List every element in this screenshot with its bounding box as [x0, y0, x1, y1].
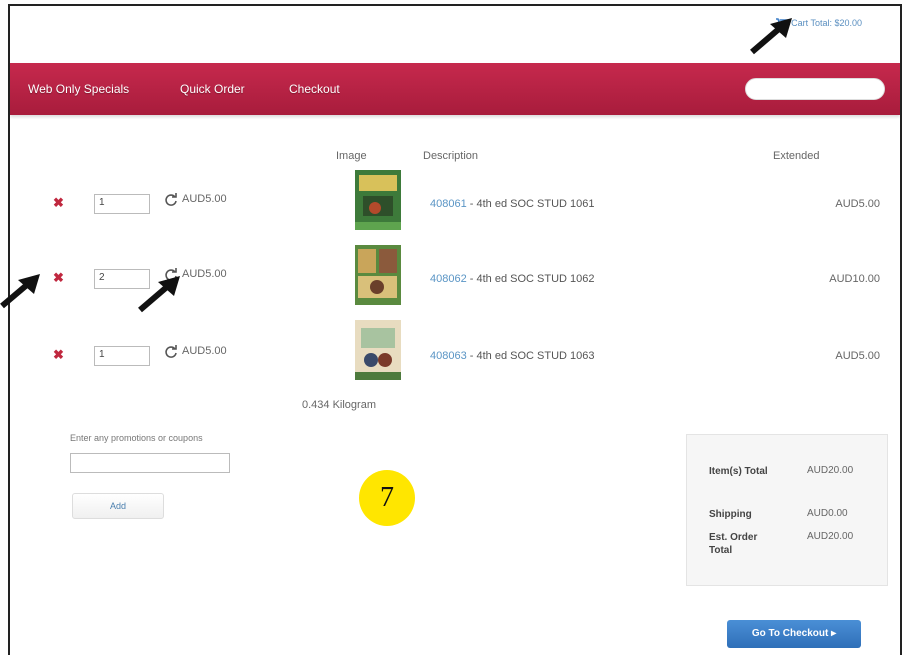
order-total-label: Est. Order Total [709, 532, 758, 556]
extended-price: AUD5.00 [835, 198, 880, 210]
product-sku-link[interactable]: 408061 [430, 198, 467, 210]
product-title: 4th ed SOC STUD 1062 [476, 273, 595, 285]
unit-price: AUD5.00 [182, 268, 227, 280]
product-title: 4th ed SOC STUD 1063 [476, 350, 595, 362]
main-navbar: Web Only Specials Quick Order Checkout [10, 63, 900, 115]
add-promo-button[interactable]: Add [72, 493, 164, 519]
column-header-image: Image [336, 150, 367, 162]
search-input[interactable] [745, 78, 885, 100]
page-frame: Cart Total: $20.00 Web Only Specials Qui… [8, 4, 902, 655]
cart-total-label: Cart Total: $20.00 [791, 18, 862, 28]
quantity-input[interactable]: 1 [94, 346, 150, 366]
nav-checkout[interactable]: Checkout [289, 82, 340, 96]
promo-label: Enter any promotions or coupons [70, 433, 203, 443]
total-weight: 0.434 Kilogram [302, 399, 376, 411]
items-total-label: Item(s) Total [709, 466, 768, 477]
unit-price: AUD5.00 [182, 193, 227, 205]
product-description: 408063 - 4th ed SOC STUD 1063 [430, 350, 595, 362]
product-thumbnail[interactable] [355, 320, 401, 380]
order-summary: Item(s) Total AUD20.00 Shipping AUD0.00 … [686, 434, 888, 586]
go-to-checkout-button[interactable]: Go To Checkout ▸ [727, 620, 861, 648]
pointer-arrow-icon [138, 276, 180, 313]
step-number-badge: 7 [359, 470, 415, 526]
remove-item-icon[interactable]: ✖ [53, 270, 64, 286]
product-thumbnail[interactable] [355, 170, 401, 230]
extended-price: AUD10.00 [829, 273, 880, 285]
remove-item-icon[interactable]: ✖ [53, 347, 64, 363]
product-sku-link[interactable]: 408062 [430, 273, 467, 285]
remove-item-icon[interactable]: ✖ [53, 195, 64, 211]
product-description: 408062 - 4th ed SOC STUD 1062 [430, 273, 595, 285]
go-to-checkout-label: Go To Checkout [751, 628, 829, 639]
product-sku-link[interactable]: 408063 [430, 350, 467, 362]
nav-quick-order[interactable]: Quick Order [180, 82, 245, 96]
column-header-extended: Extended [773, 150, 820, 162]
product-thumbnail[interactable] [355, 245, 401, 305]
refresh-icon[interactable] [164, 345, 178, 359]
product-title: 4th ed SOC STUD 1061 [476, 198, 595, 210]
extended-price: AUD5.00 [835, 350, 880, 362]
pointer-arrow-icon [0, 274, 40, 309]
order-total-value: AUD20.00 [807, 531, 854, 542]
refresh-icon[interactable] [164, 193, 178, 207]
promo-code-input[interactable] [70, 453, 230, 473]
quantity-input[interactable]: 1 [94, 194, 150, 214]
shipping-label: Shipping [709, 509, 752, 520]
chevron-right-icon: ▸ [831, 628, 837, 639]
product-description: 408061 - 4th ed SOC STUD 1061 [430, 198, 595, 210]
pointer-arrow-icon [750, 18, 792, 55]
column-header-description: Description [423, 150, 479, 162]
unit-price: AUD5.00 [182, 345, 227, 357]
items-total-value: AUD20.00 [807, 465, 854, 476]
nav-web-only-specials[interactable]: Web Only Specials [28, 82, 129, 96]
shipping-value: AUD0.00 [807, 508, 848, 519]
